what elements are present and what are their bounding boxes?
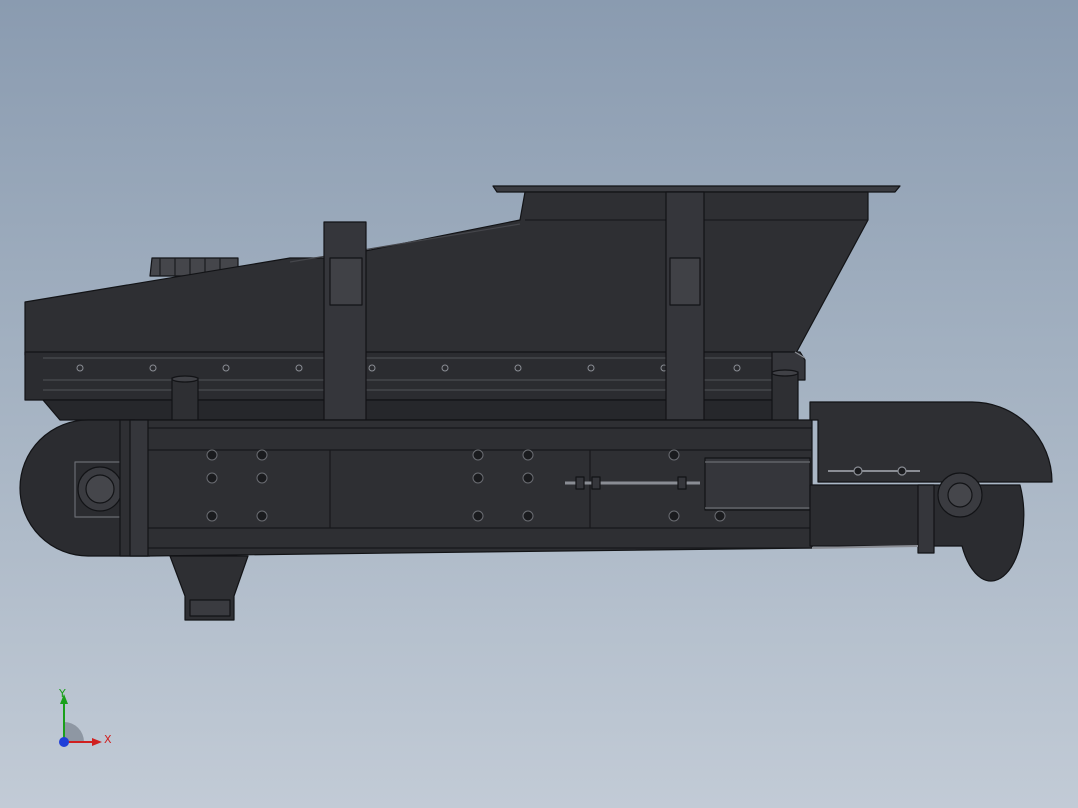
cylinder-right — [771, 371, 799, 425]
post-right — [665, 191, 705, 421]
head-cover — [809, 401, 1053, 483]
post-left-band — [329, 257, 363, 306]
y-axis-label: Y — [59, 687, 66, 700]
post-right-band — [669, 257, 701, 306]
post-left — [323, 221, 367, 421]
z-axis-dot — [59, 737, 69, 747]
cad-graphics-viewport[interactable]: Y X — [0, 0, 1078, 808]
hopper-top-flange — [492, 185, 901, 193]
head-belt — [809, 484, 1025, 582]
takeup-block — [704, 457, 811, 511]
conveyor-feeder-model[interactable] — [0, 0, 1078, 808]
cylinder-left — [171, 377, 199, 425]
x-axis-label: X — [104, 733, 112, 746]
frame-end-plate — [129, 419, 149, 557]
coordinate-triad: Y X — [50, 686, 120, 756]
head-support — [917, 484, 935, 554]
x-axis-arrow — [92, 738, 102, 746]
